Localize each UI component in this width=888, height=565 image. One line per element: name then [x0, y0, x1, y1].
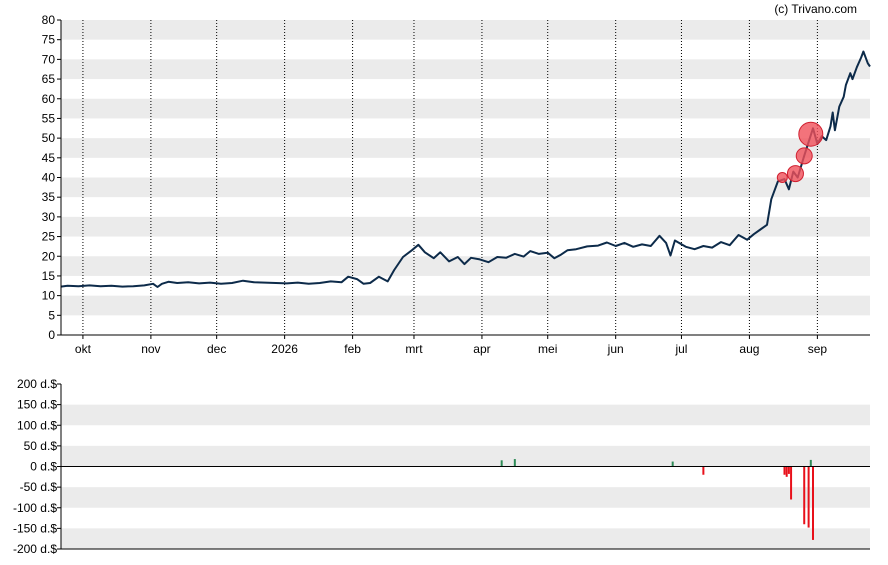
trade-volume-bar [811, 466, 814, 540]
grid-band [61, 256, 870, 276]
y-tick-label: -200 d.$ [13, 542, 57, 556]
y-tick-label: 35 [42, 190, 56, 204]
y-tick-label: 80 [42, 13, 56, 27]
y-tick-label: 50 d.$ [24, 439, 58, 453]
grid-band [61, 404, 870, 426]
price-panel: 0 5 10 15 20 25 30 35 40 45 50 55 60 65 70 75 80 okt nov d… [42, 13, 871, 356]
y-tick-label: 65 [42, 72, 56, 86]
y-tick-label: 45 [42, 151, 56, 165]
y-tick-label: 10 [42, 289, 56, 303]
x-tick-label: nov [141, 342, 160, 356]
volume-panel: 200 d.$ 150 d.$ 100 d.$ 50 d.$ 0 d.$ -50 d.$ -… [13, 377, 870, 556]
y-tick-label: 150 d.$ [17, 398, 57, 412]
y-tick-label: 30 [42, 210, 56, 224]
x-tick-label: 2026 [271, 342, 298, 356]
x-tick-label: jun [607, 342, 624, 356]
grid-band [61, 487, 870, 508]
x-tick-label: apr [473, 342, 490, 356]
trade-volume-bar [809, 459, 812, 467]
x-tick-label: okt [75, 342, 92, 356]
grid-band [61, 445, 870, 467]
x-tick-label: mrt [405, 342, 423, 356]
trade-volume-bar [807, 466, 810, 528]
trade-volume-bar [671, 461, 674, 467]
trade-volume-bar [500, 460, 503, 467]
grid-band [61, 528, 870, 549]
y-tick-label: 0 d.$ [30, 460, 57, 474]
source-credit: (c) Trivano.com [774, 2, 857, 16]
x-tick-label: dec [207, 342, 226, 356]
y-tick-label: -100 d.$ [13, 501, 57, 515]
insider-trade-marker [795, 147, 813, 165]
grid-band [61, 177, 870, 198]
grid-band [61, 20, 870, 40]
price-line [60, 50, 871, 288]
insider-trade-marker [776, 172, 788, 183]
y-tick-label: 0 [48, 328, 55, 342]
x-tick-label: feb [344, 342, 361, 356]
insider-trade-marker [786, 165, 804, 183]
trade-volume-bar [790, 466, 793, 500]
insider-trade-marker [798, 121, 824, 147]
y-tick-label: 60 [42, 92, 56, 106]
y-tick-label: -150 d.$ [13, 521, 57, 535]
trade-volume-bar [785, 466, 788, 477]
grid-band [61, 98, 870, 119]
grid-band [61, 216, 870, 237]
insider-trading-chart: 0 5 10 15 20 25 30 35 40 45 50 55 60 65 70 75 80 okt nov d… [13, 2, 871, 556]
y-tick-label: -50 d.$ [20, 480, 58, 494]
trade-volume-bar [787, 466, 790, 474]
y-tick-label: 40 [42, 171, 56, 185]
y-tick-label: 15 [42, 269, 56, 283]
grid-band [61, 295, 870, 316]
trade-volume-bar [783, 466, 786, 475]
x-tick-label: jul [674, 342, 687, 356]
y-tick-label: 50 [42, 131, 56, 145]
y-tick-label: 200 d.$ [17, 377, 57, 391]
y-tick-label: 20 [42, 249, 56, 263]
y-tick-label: 100 d.$ [17, 418, 57, 432]
grid-band [61, 59, 870, 80]
x-tick-label: aug [739, 342, 759, 356]
y-tick-label: 55 [42, 111, 56, 125]
trade-volume-bar [513, 459, 516, 467]
y-tick-label: 75 [42, 33, 56, 47]
trade-volume-bar [803, 466, 806, 525]
x-tick-label: mei [538, 342, 557, 356]
y-tick-label: 5 [48, 308, 55, 322]
y-tick-label: 70 [42, 52, 56, 66]
x-tick-label: sep [808, 342, 828, 356]
trade-volume-bar [702, 466, 705, 475]
grid-band [61, 138, 870, 158]
y-tick-label: 25 [42, 230, 56, 244]
